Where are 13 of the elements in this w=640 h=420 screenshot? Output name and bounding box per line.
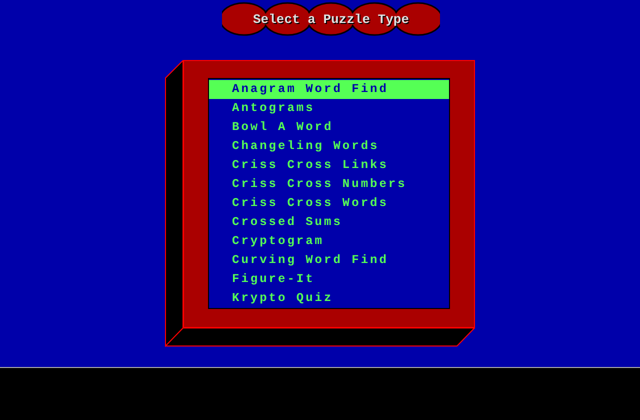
puzzle-type-item[interactable]: Crossed Sums bbox=[209, 213, 449, 232]
puzzle-type-item[interactable]: Curving Word Find bbox=[209, 251, 449, 270]
puzzle-type-item[interactable]: Anagram Word Find bbox=[209, 80, 449, 99]
puzzle-type-item[interactable]: Criss Cross Numbers bbox=[209, 175, 449, 194]
puzzle-type-item[interactable]: Figure-It bbox=[209, 270, 449, 289]
puzzle-type-item[interactable]: Antograms bbox=[209, 99, 449, 118]
puzzle-type-item[interactable]: Criss Cross Words bbox=[209, 194, 449, 213]
puzzle-type-item[interactable]: Bowl A Word bbox=[209, 118, 449, 137]
puzzle-type-item[interactable]: Krypto Quiz bbox=[209, 289, 449, 308]
puzzle-type-item[interactable]: Changeling Words bbox=[209, 137, 449, 156]
puzzle-type-item[interactable]: Criss Cross Links bbox=[209, 156, 449, 175]
screen-title: Select a Puzzle Type bbox=[252, 12, 410, 26]
puzzle-type-item[interactable]: Cryptogram bbox=[209, 232, 449, 251]
